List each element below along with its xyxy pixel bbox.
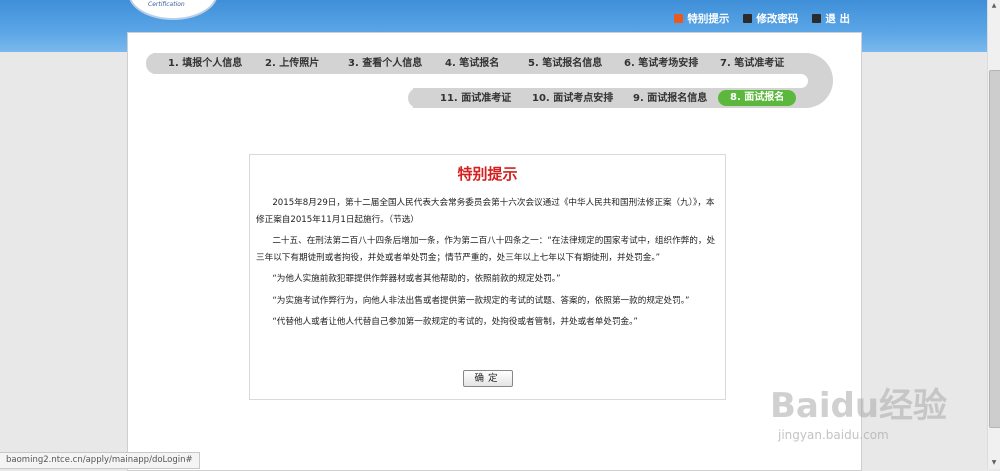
logout-icon (812, 14, 822, 23)
logout-link[interactable]: 退 出 (812, 11, 850, 26)
step-3[interactable]: 3. 查看个人信息 (348, 53, 422, 74)
notice-paragraph: “代替他人或者让他人代替自己参加第一款规定的考试的，处拘役或者管制，并处或者单处… (272, 317, 638, 327)
dialog-title: 特别提示 (457, 165, 518, 183)
special-notice-label: 特别提示 (687, 13, 730, 25)
step-bar-curve-inner (778, 74, 808, 88)
notice-paragraph: “为他人实施前款犯罪提供作弊器材或者其他帮助的，依照前款的规定处罚。” (272, 274, 561, 284)
special-notice-link[interactable]: 特别提示 (674, 11, 729, 26)
special-notice-dialog: 特别提示 2015年8月29日，第十二届全国人民代表大会常务委员会第十六次会议通… (249, 154, 726, 400)
password-icon (743, 14, 753, 23)
vertical-scrollbar[interactable]: ▲ ▼ (987, 0, 1000, 469)
notice-paragraph: “为实施考试作弊行为，向他人非法出售或者提供第一款规定的考试的试题、答案的，依照… (272, 295, 690, 306)
step-4[interactable]: 4. 笔试报名 (445, 53, 499, 74)
notice-paragraph: 2015年8月29日，第十二届全国人民代表大会常务委员会第十六次会议通过《中华人… (256, 198, 715, 225)
logo: Certification (128, 0, 218, 20)
step-7[interactable]: 7. 笔试准考证 (720, 53, 784, 74)
notice-icon (674, 14, 684, 23)
status-bar: baoming2.ntce.cn/apply/mainapp/doLogin# (0, 452, 200, 469)
step-5[interactable]: 5. 笔试报名信息 (528, 53, 602, 74)
step-8-active[interactable]: 8. 面试报名 (718, 90, 797, 106)
logo-text: Certification (148, 1, 185, 8)
watermark-url: jingyan.baidu.com (778, 428, 889, 442)
scroll-up-icon[interactable]: ▲ (988, 0, 1000, 12)
logout-label: 退 出 (825, 13, 850, 25)
change-password-link[interactable]: 修改密码 (743, 11, 798, 26)
step-11[interactable]: 11. 面试准考证 (440, 88, 511, 109)
scroll-down-icon[interactable]: ▼ (988, 457, 1000, 469)
confirm-button[interactable]: 确定 (463, 370, 513, 387)
watermark-logo: Baidu经验 (770, 386, 948, 426)
step-6[interactable]: 6. 笔试考场安排 (624, 53, 698, 74)
watermark: Baidu经验 jingyan.baidu.com (762, 378, 962, 458)
scrollbar-thumb[interactable] (989, 70, 1000, 428)
status-url: baoming2.ntce.cn/apply/mainapp/doLogin# (6, 455, 193, 465)
dialog-body: 2015年8月29日，第十二届全国人民代表大会常务委员会第十六次会议通过《中华人… (256, 195, 716, 336)
step-10[interactable]: 10. 面试考点安排 (532, 88, 613, 109)
top-links: 特别提示 修改密码 退 出 (674, 11, 850, 26)
step-1[interactable]: 1. 填报个人信息 (168, 53, 242, 74)
step-9[interactable]: 9. 面试报名信息 (633, 88, 707, 109)
step-2[interactable]: 2. 上传照片 (265, 53, 319, 74)
change-password-label: 修改密码 (756, 13, 799, 25)
notice-paragraph: 二十五、在刑法第二百八十四条后增加一条，作为第二百八十四条之一：“在法律规定的国… (256, 236, 716, 263)
